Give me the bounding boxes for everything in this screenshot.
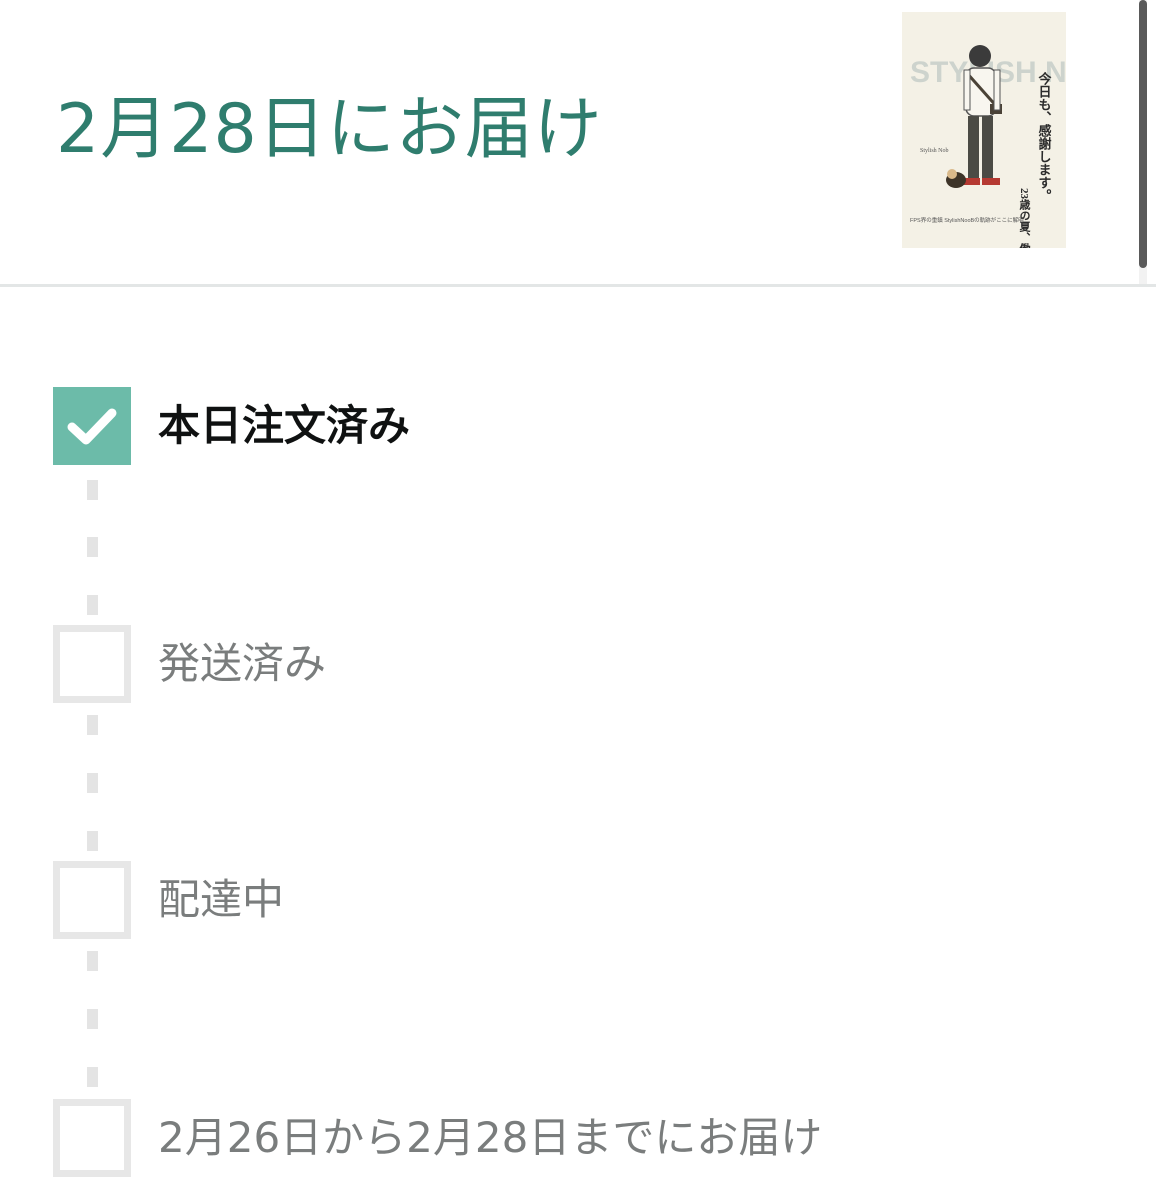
timeline-connector-dash [87,1067,98,1087]
delivery-header: 2月28日にお届け STYLISH NOB [0,0,1156,287]
checkbox-unchecked [53,625,131,703]
timeline-connector-dash [87,595,98,615]
book-cover-image: STYLISH NOB 今日も、感謝します。 23歳の [902,12,1066,248]
timeline-connector-dash [87,715,98,735]
timeline-connector-dash [87,831,98,851]
cover-title-vertical: 今日も、感謝します。 [1037,71,1053,202]
step-label: 本日注文済み [158,401,411,450]
shipment-timeline: 本日注文済み 発送済み 配達中 2月26日から2月28日までにお届け [0,287,1156,1200]
timeline-connector-dash [87,537,98,557]
timeline-connector-dash [87,951,98,971]
cover-author: Stylish Nob [920,148,949,154]
checkbox-unchecked [53,1099,131,1177]
product-thumbnail[interactable]: STYLISH NOB 今日も、感謝します。 23歳の [902,12,1066,248]
timeline-connector-dash [87,1009,98,1029]
delivery-date-title: 2月28日にお届け [56,90,603,169]
scrollbar-thumb[interactable] [1139,0,1147,268]
checkbox-unchecked [53,861,131,939]
check-icon [67,408,117,445]
cover-blurb: FPS界の重鎮 StylishNooBの軌跡がここに解明 [910,216,1024,224]
scrollbar[interactable] [1139,0,1147,284]
checkbox-checked [53,387,131,465]
timeline-connector-dash [87,480,98,500]
step-label: 発送済み [158,639,327,688]
timeline-connector-dash [87,773,98,793]
step-label: 2月26日から2月28日までにお届け [158,1113,823,1162]
step-label: 配達中 [158,875,285,924]
